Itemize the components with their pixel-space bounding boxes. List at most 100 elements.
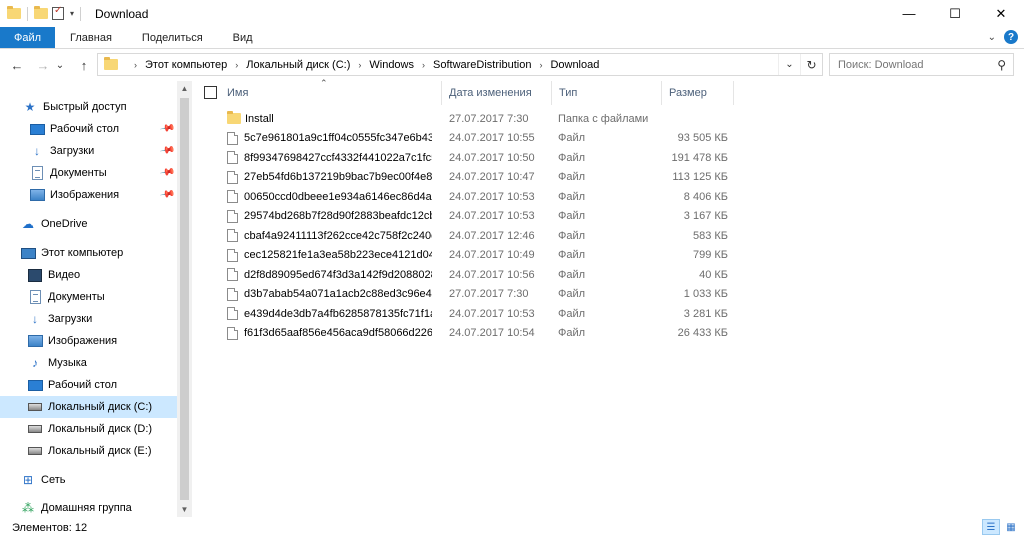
breadcrumb-softwaredistribution[interactable]: SoftwareDistribution bbox=[433, 59, 531, 71]
pin-icon[interactable]: 📌 bbox=[159, 164, 176, 180]
sidebar-item-quick-access[interactable]: ★ Быстрый доступ bbox=[0, 96, 177, 118]
file-name[interactable]: 8f99347698427ccf4332f441022a7c1fc5... bbox=[227, 148, 432, 167]
pin-icon[interactable]: 📌 bbox=[159, 142, 176, 158]
sidebar-item-desktop[interactable]: Рабочий стол 📌 bbox=[0, 118, 177, 140]
search-box[interactable]: ⚲ bbox=[829, 53, 1014, 76]
refresh-icon[interactable]: ↻ bbox=[800, 54, 822, 75]
file-list: ⌃ Имя Дата изменения Тип Размер Install 2… bbox=[192, 78, 1024, 517]
navigation-pane-scrollbar[interactable]: ▲ ▼ bbox=[177, 81, 192, 517]
column-type[interactable]: Тип bbox=[552, 81, 662, 105]
large-icons-view-icon[interactable]: ▦ bbox=[1002, 519, 1020, 535]
customize-toolbar-icon[interactable]: ▾ bbox=[70, 9, 74, 18]
sidebar-item-this-pc[interactable]: Этот компьютер bbox=[0, 242, 177, 264]
search-icon[interactable]: ⚲ bbox=[997, 58, 1006, 72]
tab-view[interactable]: Вид bbox=[218, 27, 268, 48]
sidebar-item-documents[interactable]: Документы 📌 bbox=[0, 162, 177, 184]
file-name[interactable]: e439d4de3db7a4fb6285878135fc71f1af... bbox=[227, 304, 432, 323]
file-row[interactable]: 29574bd268b7f28d90f2883beafdc12cb... 24.0… bbox=[192, 207, 1024, 226]
properties-icon[interactable] bbox=[52, 5, 64, 20]
chevron-up-icon[interactable]: ▲ bbox=[177, 81, 192, 96]
forward-button[interactable]: → bbox=[32, 54, 54, 76]
file-row[interactable]: 8f99347698427ccf4332f441022a7c1fc5... 24.… bbox=[192, 148, 1024, 167]
sidebar-item-local-disk-e[interactable]: Локальный диск (E:) bbox=[0, 440, 177, 462]
breadcrumb-local-disk-c[interactable]: Локальный диск (C:) bbox=[246, 59, 350, 71]
tab-file[interactable]: Файл bbox=[0, 27, 56, 48]
file-row[interactable]: 27eb54fd6b137219b9bac7b9ec00f4e81... 24.0… bbox=[192, 168, 1024, 187]
sidebar-item-videos[interactable]: Видео bbox=[0, 264, 177, 286]
sidebar-item-downloads[interactable]: ↓ Загрузки 📌 bbox=[0, 140, 177, 162]
tab-home[interactable]: Главная bbox=[55, 27, 127, 48]
column-size[interactable]: Размер bbox=[662, 81, 734, 105]
search-input[interactable] bbox=[830, 58, 990, 71]
chevron-right-icon[interactable]: › bbox=[134, 60, 137, 70]
sidebar-item-onedrive[interactable]: ☁ OneDrive bbox=[0, 213, 177, 235]
chevron-right-icon[interactable]: › bbox=[422, 60, 425, 70]
chevron-right-icon[interactable]: › bbox=[235, 60, 238, 70]
folder-row[interactable]: Install 27.07.2017 7:30 Папка с файлами bbox=[192, 109, 1024, 128]
file-row[interactable]: 00650ccd0dbeee1e934a6146ec86d4a3f... 24.0… bbox=[192, 187, 1024, 206]
file-type: Файл bbox=[558, 132, 586, 144]
file-name[interactable]: f61f3d65aaf856e456aca9df58066d2260... bbox=[227, 324, 432, 343]
file-row[interactable]: 5c7e961801a9c1ff04c0555fc347e6b43f... 24.… bbox=[192, 129, 1024, 148]
pin-icon[interactable]: 📌 bbox=[159, 186, 176, 202]
file-date: 24.07.2017 10:53 bbox=[449, 307, 535, 320]
sidebar-item-pc-desktop[interactable]: Рабочий стол bbox=[0, 374, 177, 396]
breadcrumb-download[interactable]: Download bbox=[550, 59, 599, 71]
help-icon[interactable]: ? bbox=[1004, 30, 1018, 44]
file-name[interactable]: 29574bd268b7f28d90f2883beafdc12cb... bbox=[227, 207, 432, 226]
breadcrumb-this-pc[interactable]: Этот компьютер bbox=[145, 59, 227, 71]
file-row[interactable]: d3b7abab54a071a1acb2c88ed3c96e45... 27.07… bbox=[192, 285, 1024, 304]
file-name[interactable]: cec125821fe1a3ea58b223ece4121d04c... bbox=[227, 246, 432, 265]
select-all-checkbox[interactable] bbox=[204, 86, 217, 99]
pin-icon[interactable]: 📌 bbox=[159, 120, 176, 136]
address-bar[interactable]: › Этот компьютер › Локальный диск (C:) ›… bbox=[97, 53, 823, 76]
sidebar-item-pc-documents[interactable]: Документы bbox=[0, 286, 177, 308]
close-button[interactable]: ✕ bbox=[978, 0, 1024, 27]
file-name-text: 5c7e961801a9c1ff04c0555fc347e6b43f... bbox=[244, 132, 432, 144]
file-name[interactable]: d2f8d89095ed674f3d3a142f9d2088028... bbox=[227, 265, 432, 284]
file-date: 24.07.2017 10:54 bbox=[449, 327, 535, 339]
sidebar-item-pc-pictures[interactable]: Изображения bbox=[0, 330, 177, 352]
file-row[interactable]: cec125821fe1a3ea58b223ece4121d04c... 24.0… bbox=[192, 246, 1024, 265]
back-button[interactable]: ← bbox=[6, 54, 28, 76]
sidebar-item-homegroup[interactable]: ⁂ Домашняя группа bbox=[0, 497, 177, 519]
new-folder-icon[interactable] bbox=[34, 6, 48, 19]
sidebar-item-local-disk-c[interactable]: Локальный диск (C:) bbox=[0, 396, 177, 418]
address-dropdown-icon[interactable]: ⌄ bbox=[778, 54, 800, 75]
chevron-down-icon[interactable]: ▼ bbox=[177, 502, 192, 517]
sidebar-item-music[interactable]: ♪ Музыка bbox=[0, 352, 177, 374]
file-date: 24.07.2017 10:55 bbox=[449, 132, 535, 144]
sidebar-item-pictures[interactable]: Изображения 📌 bbox=[0, 184, 177, 206]
tab-share[interactable]: Поделиться bbox=[127, 27, 218, 48]
file-row[interactable]: cbaf4a92411113f262cce42c758f2c240e... 24.… bbox=[192, 226, 1024, 245]
file-row[interactable]: e439d4de3db7a4fb6285878135fc71f1af... 24.… bbox=[192, 304, 1024, 323]
chevron-right-icon[interactable]: › bbox=[358, 60, 361, 70]
recent-locations-button[interactable]: ⌄ bbox=[53, 54, 67, 76]
expand-ribbon-icon[interactable]: ⌄ bbox=[988, 32, 996, 43]
file-row[interactable]: d2f8d89095ed674f3d3a142f9d2088028... 24.0… bbox=[192, 265, 1024, 284]
file-name[interactable]: cbaf4a92411113f262cce42c758f2c240e... bbox=[227, 226, 432, 245]
file-name[interactable]: d3b7abab54a071a1acb2c88ed3c96e45... bbox=[227, 285, 432, 304]
downloads-icon: ↓ bbox=[34, 144, 40, 158]
navigation-pane: ★ Быстрый доступ Рабочий стол 📌 ↓ Загруз… bbox=[0, 81, 192, 517]
maximize-button[interactable]: ☐ bbox=[932, 0, 978, 27]
scrollbar-thumb[interactable] bbox=[180, 98, 189, 500]
up-button[interactable]: ↑ bbox=[73, 54, 95, 76]
file-name[interactable]: 5c7e961801a9c1ff04c0555fc347e6b43f... bbox=[227, 129, 432, 148]
file-date: 24.07.2017 10:56 bbox=[449, 268, 535, 281]
sidebar-item-network[interactable]: ⊞ Сеть bbox=[0, 469, 177, 491]
column-name[interactable]: Имя bbox=[220, 81, 442, 105]
file-row[interactable]: f61f3d65aaf856e456aca9df58066d2260... 24.… bbox=[192, 324, 1024, 343]
column-date-modified[interactable]: Дата изменения bbox=[442, 81, 552, 105]
sidebar-item-pc-downloads[interactable]: ↓ Загрузки bbox=[0, 308, 177, 330]
file-type: Файл bbox=[558, 307, 586, 320]
file-icon bbox=[227, 307, 238, 320]
chevron-right-icon[interactable]: › bbox=[539, 60, 542, 70]
sidebar-item-local-disk-d[interactable]: Локальный диск (D:) bbox=[0, 418, 177, 440]
minimize-button[interactable]: — bbox=[886, 0, 932, 27]
file-name[interactable]: 27eb54fd6b137219b9bac7b9ec00f4e81... bbox=[227, 168, 432, 187]
file-name[interactable]: Install bbox=[227, 109, 432, 128]
details-view-icon[interactable]: ☰ bbox=[982, 519, 1000, 535]
file-name[interactable]: 00650ccd0dbeee1e934a6146ec86d4a3f... bbox=[227, 187, 432, 206]
breadcrumb-windows[interactable]: Windows bbox=[369, 59, 414, 71]
